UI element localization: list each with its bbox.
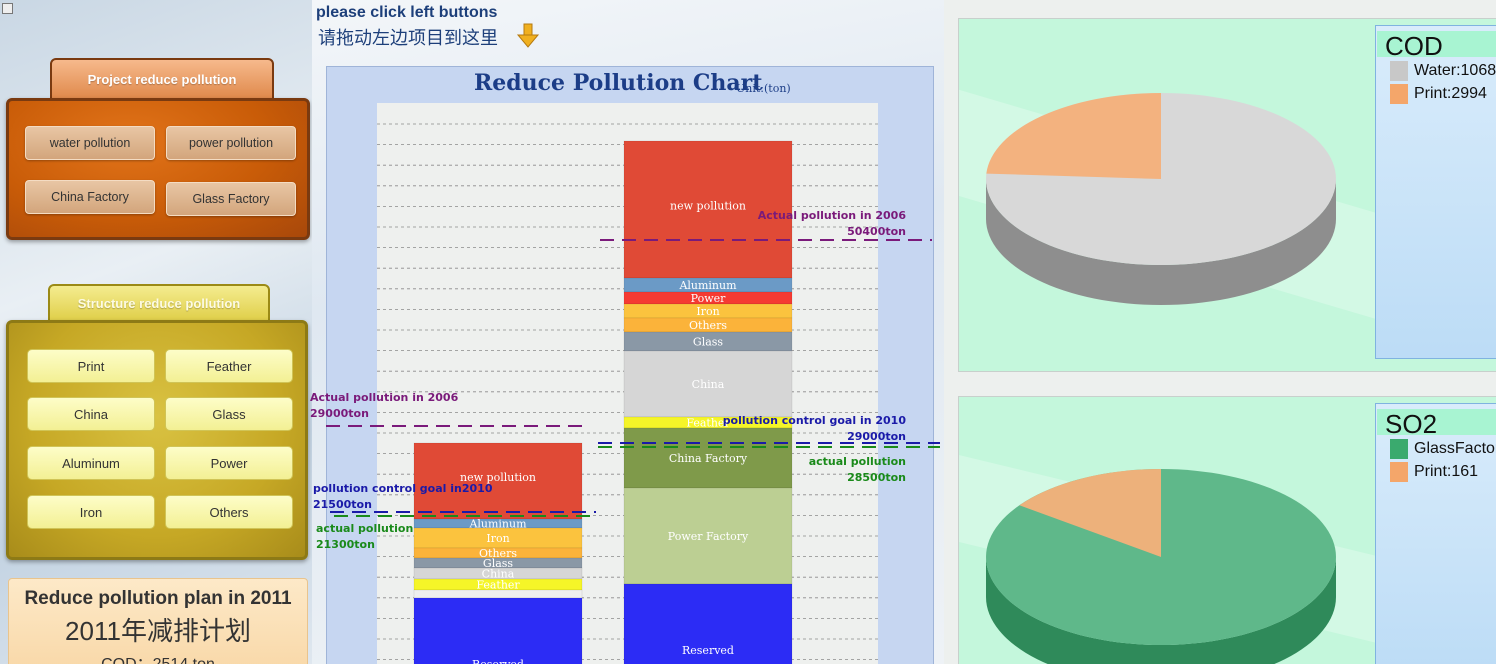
bar-segment-label: Glass (693, 336, 724, 349)
bar-segment-label: Reserved (472, 658, 524, 664)
cod-legend-title: COD (1385, 31, 1443, 61)
annotation-value: 29000ton (310, 407, 369, 420)
annotation-label: Actual pollution in 2006 (310, 391, 459, 404)
bar-segment-label: Power Factory (668, 530, 749, 543)
legend-swatch (1390, 439, 1408, 459)
so2-legend-title: SO2 (1385, 409, 1438, 439)
bar-segment-label: Iron (696, 305, 719, 318)
annotation-label: pollution control goal in 2010 (723, 414, 907, 427)
bar-segment (413, 597, 583, 664)
so2-legend-row: Print:161 (1390, 462, 1478, 482)
bar-segment-label: Iron (486, 532, 509, 545)
so2-legend-label-print: Print:161 (1414, 463, 1479, 480)
bar-segment-label: Others (689, 319, 727, 332)
annotation-label: pollution control goal in2010 (313, 482, 493, 495)
annotation-label: actual pollution (809, 455, 906, 468)
bar-segment-label: Power (691, 292, 727, 305)
so2-legend-label-glass: GlassFactor (1414, 440, 1496, 457)
cod-pie-panel: COD Water:1068 Print:2994 (958, 18, 1496, 372)
cod-legend-label-water: Water:1068 (1414, 62, 1496, 79)
bar-segment-label: Aluminum (678, 279, 737, 292)
legend-swatch (1390, 84, 1408, 104)
cod-legend: COD Water:1068 Print:2994 (1375, 25, 1496, 359)
legend-swatch (1390, 462, 1408, 482)
cod-legend-label-print: Print:2994 (1414, 85, 1487, 102)
so2-pie-panel: SO2 GlassFactor Print:161 (958, 396, 1496, 664)
cod-legend-row: Water:1068 (1390, 61, 1496, 81)
so2-legend-row: GlassFactor (1390, 439, 1496, 459)
stacked-bar-chart: new pollutionAluminumIronOthersGlassChin… (310, 103, 940, 664)
bar-segment (413, 589, 583, 599)
annotation-value: 21300ton (316, 538, 375, 551)
annotation-value: 29000ton (847, 430, 906, 443)
bar-segment-label: China (692, 378, 725, 391)
annotation-value: 50400ton (847, 225, 906, 238)
bar-segment-label: China Factory (669, 452, 748, 465)
cod-legend-row: Print:2994 (1390, 84, 1487, 104)
so2-legend: SO2 GlassFactor Print:161 (1375, 403, 1496, 664)
annotation-value: 21500ton (313, 498, 372, 511)
annotation-label: Actual pollution in 2006 (758, 209, 907, 222)
legend-swatch (1390, 61, 1408, 81)
bar-segment-label: new pollution (670, 200, 746, 213)
annotation-value: 28500ton (847, 471, 906, 484)
bar-segment-label: Reserved (682, 644, 734, 657)
bar-segment-label: Feather (476, 579, 520, 592)
annotation-label: actual pollution (316, 522, 413, 535)
